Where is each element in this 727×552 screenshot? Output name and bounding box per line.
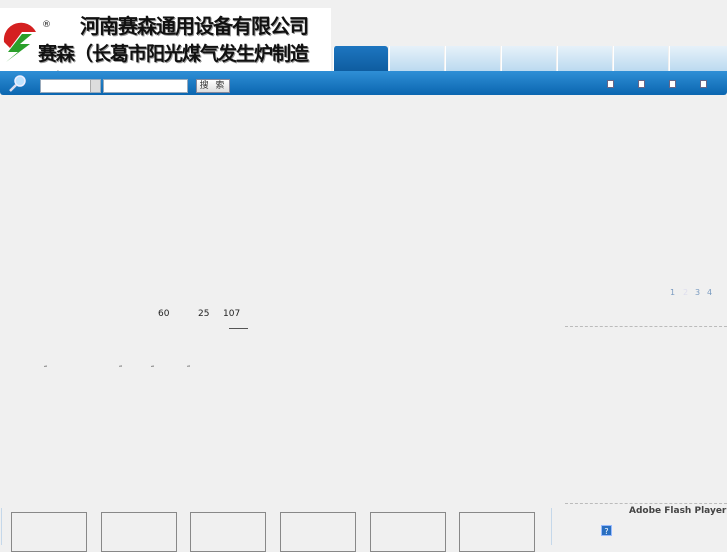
divider	[565, 326, 727, 327]
nav-tab-5[interactable]	[557, 46, 612, 71]
nav-tab-3[interactable]	[445, 46, 500, 71]
pager-1[interactable]: 1	[670, 288, 675, 297]
toolbar-link-icon-4[interactable]	[700, 80, 707, 88]
thumbnail-5[interactable]	[370, 512, 446, 552]
count-b: 25	[198, 309, 210, 319]
nav-tab-2[interactable]	[389, 46, 444, 71]
pager-2[interactable]: 2	[683, 288, 688, 297]
registered-mark: ®	[42, 20, 51, 30]
nav-tab-4[interactable]	[501, 46, 556, 71]
nav-tab-1[interactable]	[333, 46, 388, 71]
nav-tab-7[interactable]	[669, 46, 727, 71]
divider	[229, 328, 248, 329]
search-button[interactable]: 搜 索	[196, 79, 230, 93]
pager-4[interactable]: 4	[707, 288, 712, 297]
quote-mark: “	[44, 365, 48, 372]
toolbar-link-icon-2[interactable]	[638, 80, 645, 88]
search-input[interactable]	[103, 79, 188, 93]
site-logo[interactable]: ® 河南赛森通用设备有限公司 赛森（长葛市阳光煤气发生炉制造厂）	[0, 8, 331, 92]
quote-mark: ”	[119, 365, 123, 372]
company-name: 河南赛森通用设备有限公司	[80, 14, 309, 38]
search-icon	[9, 75, 26, 92]
divider	[1, 508, 2, 545]
divider	[551, 508, 552, 545]
thumbnail-1[interactable]	[11, 512, 87, 552]
flash-player-label[interactable]: Adobe Flash Player	[629, 506, 726, 516]
nav-tab-6[interactable]	[613, 46, 668, 71]
logo-emblem-icon	[3, 22, 37, 62]
thumbnail-3[interactable]	[190, 512, 266, 552]
toolbar-link-icon-3[interactable]	[669, 80, 676, 88]
quote-mark: ”	[187, 365, 191, 372]
thumbnail-4[interactable]	[280, 512, 356, 552]
count-a: 60	[158, 309, 170, 319]
toolbar-link-icon-1[interactable]	[607, 80, 614, 88]
quote-mark: “	[151, 365, 155, 372]
divider	[565, 503, 727, 504]
thumbnail-2[interactable]	[101, 512, 177, 552]
thumbnail-6[interactable]	[459, 512, 535, 552]
pager-3[interactable]: 3	[695, 288, 700, 297]
help-icon[interactable]: ?	[601, 525, 612, 536]
count-c: 107	[223, 309, 241, 319]
chevron-down-icon[interactable]	[90, 80, 100, 92]
